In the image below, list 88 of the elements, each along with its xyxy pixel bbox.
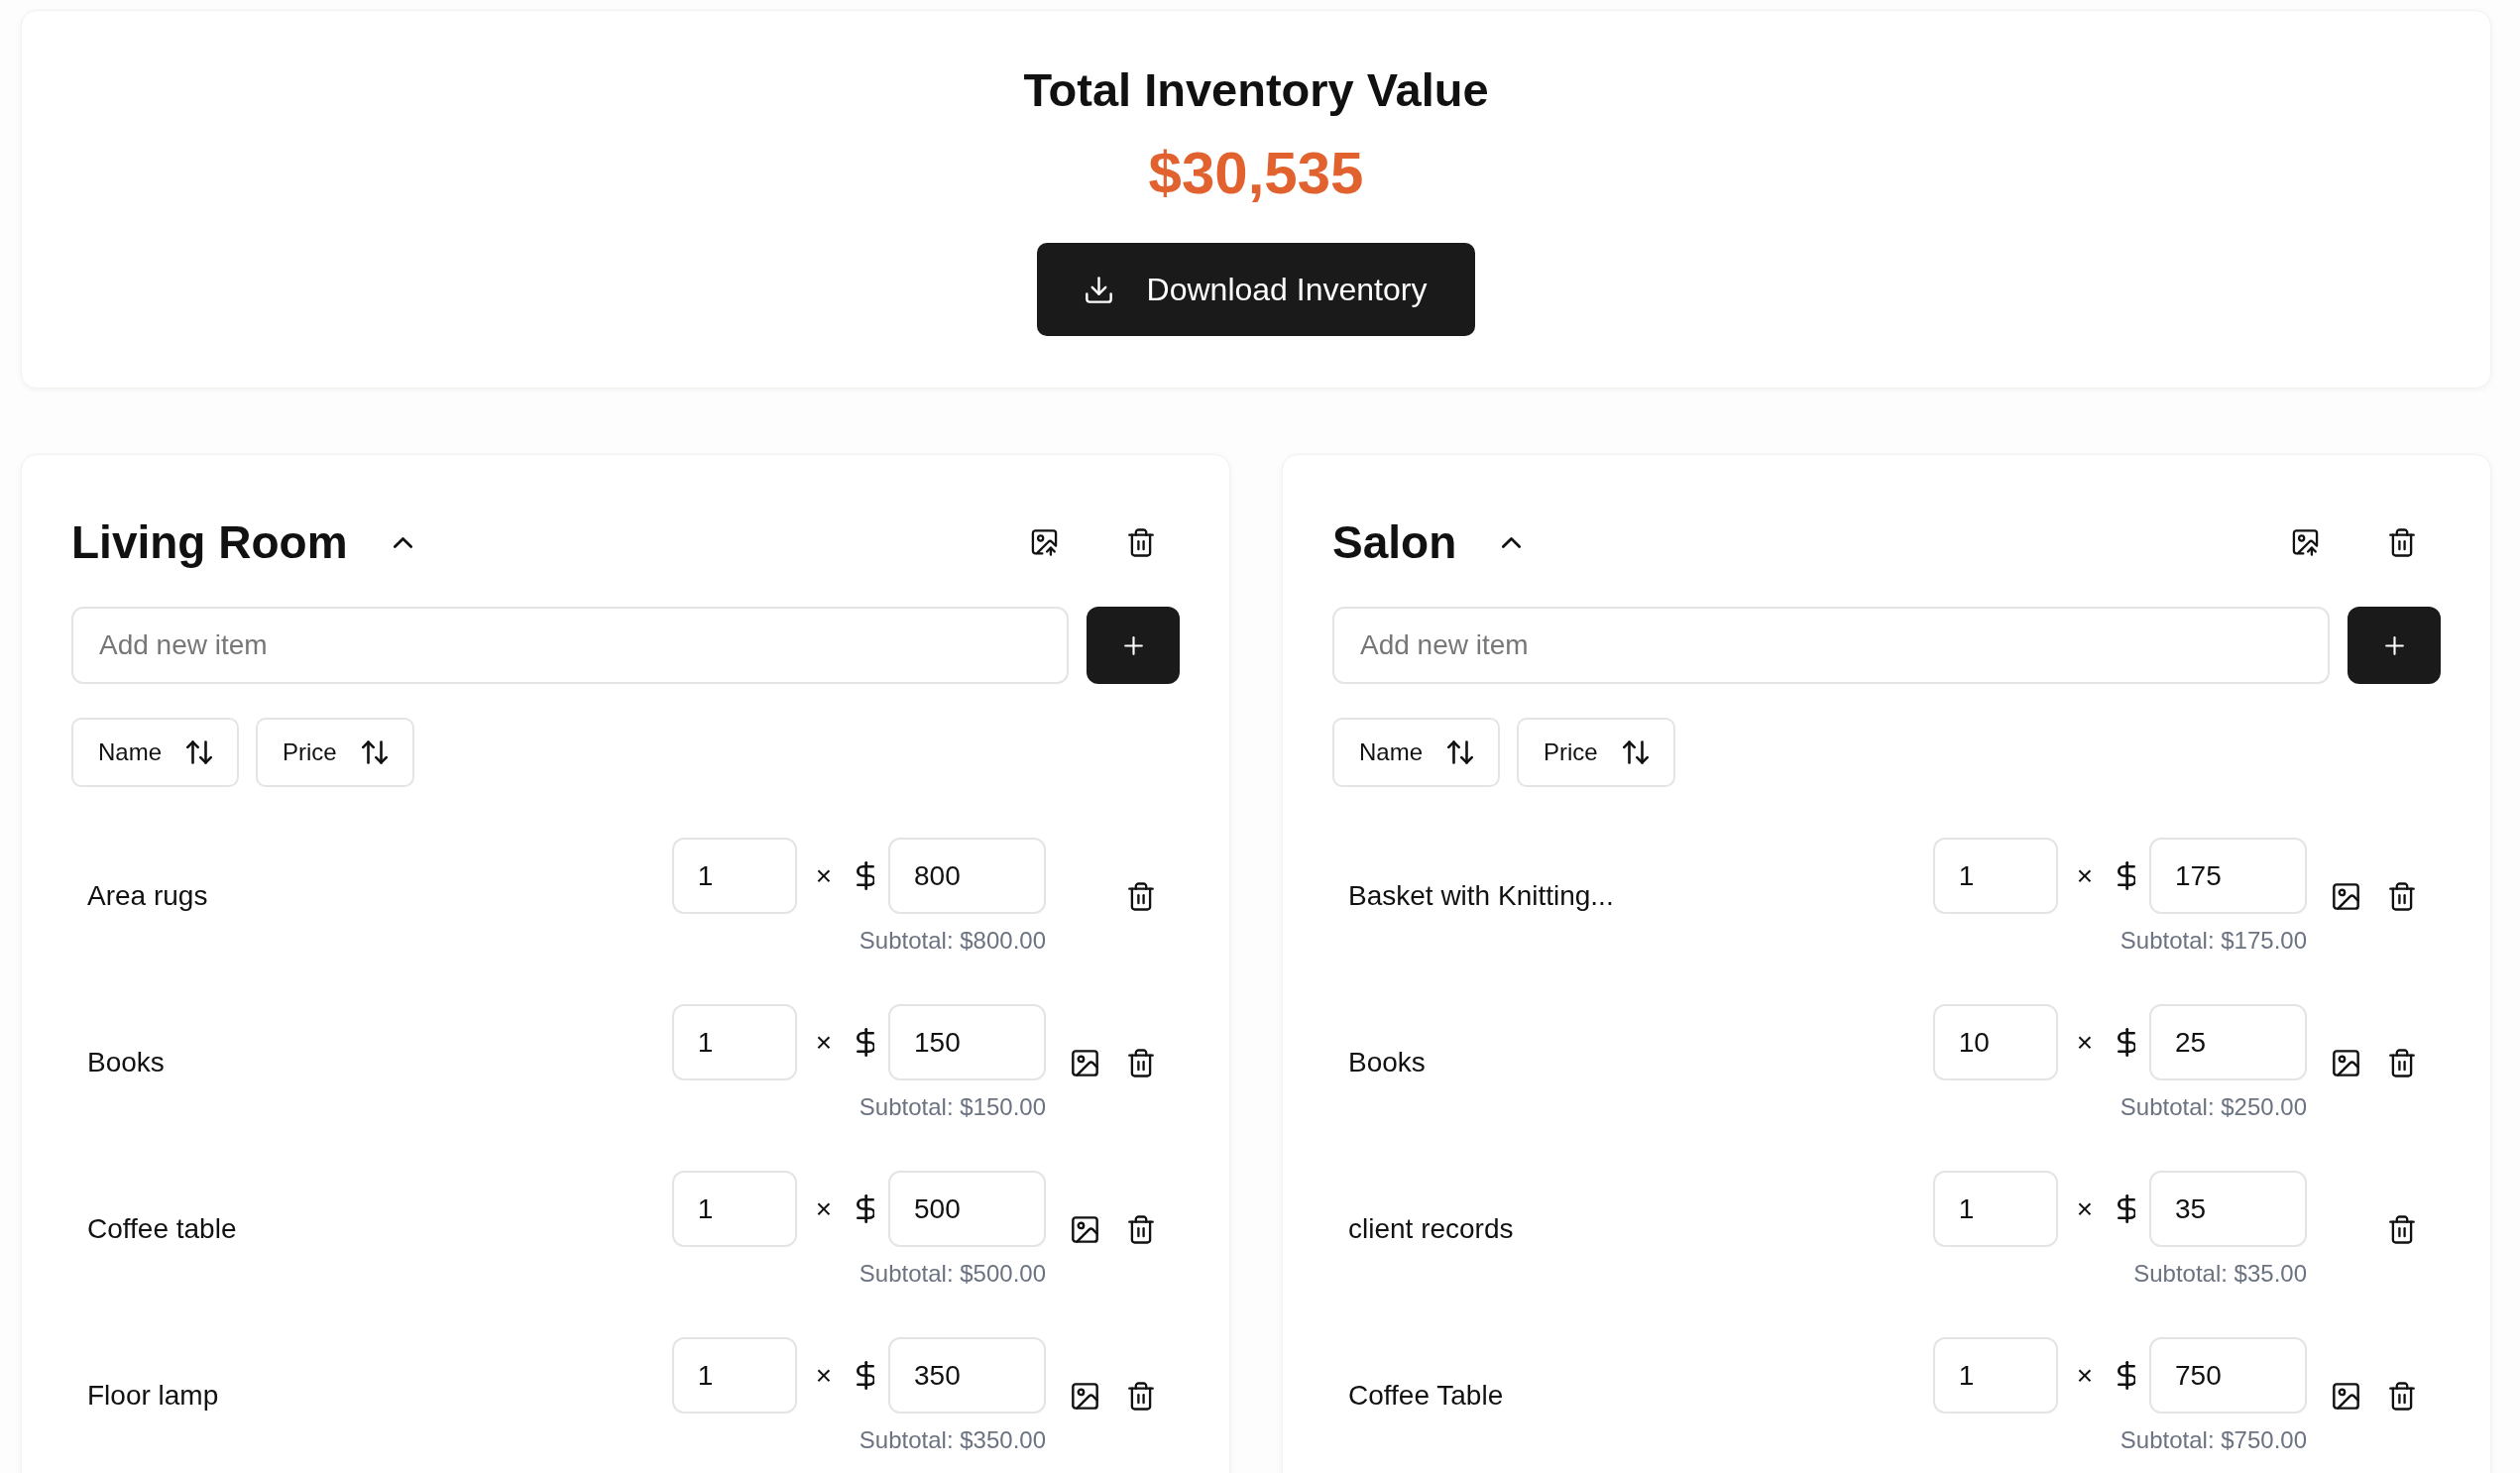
multiply-sign: × — [815, 1358, 832, 1393]
add-button[interactable] — [1087, 607, 1180, 684]
dollar-icon — [857, 1028, 874, 1057]
download-icon — [1085, 276, 1112, 303]
price-field[interactable]: 500 — [888, 1171, 1046, 1247]
subtotal-text: Subtotal: $35.00 — [2133, 1259, 2307, 1288]
subtotal-text: Subtotal: $250.00 — [2119, 1092, 2307, 1121]
subtotal-text: Subtotal: $175.00 — [2119, 926, 2307, 955]
sort-button[interactable]: Name — [1332, 718, 1501, 787]
item-name: Coffee table — [87, 1212, 238, 1246]
dollar-icon — [857, 1194, 874, 1223]
subtotal-text: Subtotal: $800.00 — [859, 926, 1046, 955]
quantity-field[interactable]: 1 — [671, 1004, 797, 1080]
add-item-field[interactable]: Add new item — [71, 607, 1069, 684]
trash-icon[interactable] — [1128, 1048, 1154, 1077]
price-field[interactable]: 35 — [2149, 1171, 2307, 1247]
image-icon[interactable] — [1072, 1382, 1098, 1410]
multiply-sign: × — [2076, 1025, 2093, 1060]
item-name: Books — [1348, 1046, 1427, 1079]
image-upload-icon[interactable] — [1031, 528, 1058, 556]
image-icon[interactable] — [1072, 1215, 1098, 1243]
total-amount: $30,535 — [1148, 139, 1364, 208]
subtotal-text: Subtotal: $150.00 — [859, 1092, 1046, 1121]
dollar-icon — [2118, 1028, 2135, 1057]
sort-button[interactable]: Name — [71, 718, 240, 787]
quantity-field[interactable]: 1 — [671, 1171, 797, 1247]
add-item-field[interactable]: Add new item — [1332, 607, 2330, 684]
trash-icon[interactable] — [2389, 1048, 2415, 1077]
chevron-icon[interactable] — [393, 536, 412, 548]
multiply-sign: × — [2076, 1358, 2093, 1393]
item-name: Books — [87, 1046, 166, 1079]
multiply-sign: × — [815, 1025, 832, 1060]
item-name: client records — [1348, 1212, 1515, 1246]
sort-icon — [186, 740, 213, 764]
subtotal-text: Subtotal: $500.00 — [859, 1259, 1046, 1288]
multiply-sign: × — [815, 1191, 832, 1226]
sort-icon — [361, 740, 388, 764]
multiply-sign: × — [2076, 858, 2093, 893]
quantity-field[interactable]: 1 — [671, 1337, 797, 1414]
multiply-sign: × — [2076, 1191, 2093, 1226]
trash-icon[interactable] — [1128, 527, 1154, 557]
dollar-icon — [2118, 1361, 2135, 1390]
plus-icon — [2384, 635, 2404, 655]
trash-icon[interactable] — [2389, 527, 2415, 557]
dollar-icon — [2118, 1194, 2135, 1223]
multiply-sign: × — [815, 858, 832, 893]
trash-icon[interactable] — [2389, 1381, 2415, 1411]
image-icon[interactable] — [2333, 1049, 2359, 1076]
sort-icon — [1447, 740, 1474, 764]
dollar-icon — [857, 861, 874, 890]
price-field[interactable]: 750 — [2149, 1337, 2307, 1414]
quantity-field[interactable]: 10 — [1932, 1004, 2058, 1080]
sort-button[interactable]: Price — [256, 718, 414, 787]
sort-icon — [1622, 740, 1649, 764]
trash-icon[interactable] — [2389, 1214, 2415, 1244]
trash-icon[interactable] — [2389, 881, 2415, 911]
item-name: Coffee Table — [1348, 1379, 1505, 1413]
price-field[interactable]: 350 — [888, 1337, 1046, 1414]
item-name: Floor lamp — [87, 1379, 220, 1413]
subtotal-text: Subtotal: $350.00 — [859, 1425, 1046, 1454]
image-icon[interactable] — [2333, 1382, 2359, 1410]
price-field[interactable]: 25 — [2149, 1004, 2307, 1080]
image-icon[interactable] — [1072, 1049, 1098, 1076]
plus-icon — [1123, 635, 1143, 655]
summary-title: Total Inventory Value — [1023, 62, 1489, 118]
trash-icon[interactable] — [1128, 881, 1154, 911]
dollar-icon — [857, 1361, 874, 1390]
room-title: Salon — [1332, 515, 1457, 570]
price-field[interactable]: 175 — [2149, 838, 2307, 914]
dollar-icon — [2118, 861, 2135, 890]
quantity-field[interactable]: 1 — [1932, 1171, 2058, 1247]
download-button[interactable]: Download Inventory — [1036, 243, 1476, 336]
sort-button[interactable]: Price — [1517, 718, 1675, 787]
add-button[interactable] — [2348, 607, 2441, 684]
price-field[interactable]: 150 — [888, 1004, 1046, 1080]
image-upload-icon[interactable] — [2292, 528, 2319, 556]
quantity-field[interactable]: 1 — [1932, 1337, 2058, 1414]
item-name: Basket with Knitting... — [1348, 879, 1615, 913]
item-name: Area rugs — [87, 879, 209, 913]
room-title: Living Room — [71, 515, 348, 570]
quantity-field[interactable]: 1 — [671, 838, 797, 914]
chevron-icon[interactable] — [1502, 536, 1522, 548]
image-icon[interactable] — [2333, 882, 2359, 910]
quantity-field[interactable]: 1 — [1932, 838, 2058, 914]
trash-icon[interactable] — [1128, 1381, 1154, 1411]
trash-icon[interactable] — [1128, 1214, 1154, 1244]
subtotal-text: Subtotal: $750.00 — [2119, 1425, 2307, 1454]
price-field[interactable]: 800 — [888, 838, 1046, 914]
